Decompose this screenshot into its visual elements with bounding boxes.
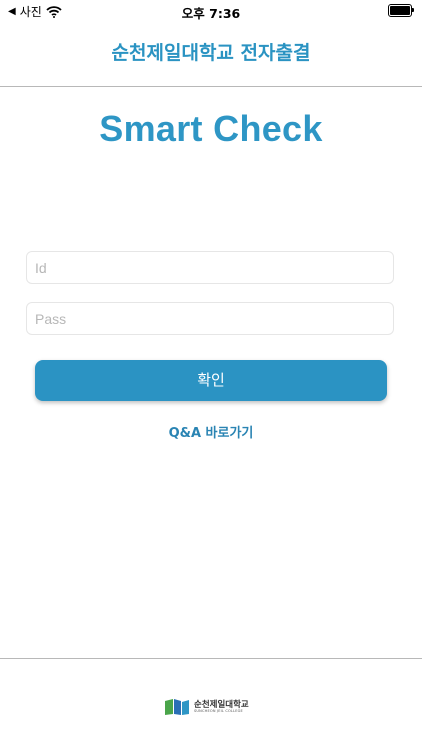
college-name-en: SUNCHEON JEIL COLLEGE bbox=[194, 709, 243, 713]
college-name: 순천제일대학교 bbox=[194, 699, 249, 710]
status-bar: ◀ 사진 오후 7:36 bbox=[0, 0, 422, 22]
header-divider bbox=[0, 86, 422, 87]
id-input[interactable] bbox=[26, 251, 394, 284]
college-emblem-icon bbox=[165, 699, 189, 715]
college-logo: 순천제일대학교 SUNCHEON JEIL COLLEGE bbox=[164, 697, 249, 717]
page-title: 순천제일대학교 전자출결 bbox=[111, 42, 311, 64]
footer-divider bbox=[0, 658, 422, 659]
brand-title: Smart Check bbox=[99, 108, 323, 149]
battery-icon bbox=[388, 4, 414, 17]
status-time: 오후 7:36 bbox=[181, 6, 241, 21]
confirm-button[interactable]: 확인 bbox=[35, 360, 387, 401]
qa-link[interactable]: Q&A 바로가기 bbox=[0, 422, 422, 441]
password-input[interactable] bbox=[26, 302, 394, 335]
